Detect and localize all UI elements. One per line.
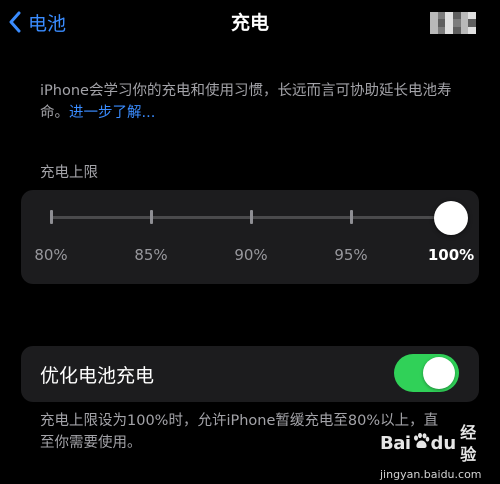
watermark-url: jingyan.baidu.com (380, 468, 482, 481)
slider-tick-label[interactable]: 90% (234, 246, 267, 264)
optimized-charging-row: 优化电池充电 (21, 346, 479, 402)
watermark-brand-a: Bai (380, 433, 411, 454)
watermark-brand-cn: 经验 (460, 423, 477, 464)
slider-tick-label[interactable]: 85% (134, 246, 167, 264)
slider-tick (149, 210, 153, 224)
slider-tick-label[interactable]: 95% (334, 246, 367, 264)
optimized-charging-toggle[interactable] (394, 354, 459, 392)
navigation-bar: 电池 充电 (0, 0, 500, 44)
watermark-logo: Bai du 经验 (380, 422, 492, 466)
blurred-avatar (430, 12, 476, 34)
paw-icon (412, 432, 430, 456)
optimized-charging-label: 优化电池充电 (40, 365, 155, 387)
watermark-brand-b: du (430, 433, 457, 454)
toggle-knob (423, 357, 455, 389)
slider-tick-label[interactable]: 100% (428, 246, 474, 264)
baidu-jingyan-watermark: Bai du 经验 jingyan.baidu.com (380, 422, 492, 481)
slider-thumb[interactable] (434, 201, 468, 235)
charge-limit-slider-card: 80% 85% 90% 95% 100% (21, 190, 479, 284)
slider-tick (49, 210, 53, 224)
slider-tick-label[interactable]: 80% (34, 246, 67, 264)
slider-tick (349, 210, 353, 224)
learn-more-link[interactable]: 进一步了解... (69, 105, 155, 121)
charge-limit-section-label: 充电上限 (40, 165, 98, 181)
page-title: 充电 (230, 12, 269, 34)
slider-tick (249, 210, 253, 224)
description-text: iPhone会学习你的充电和使用习惯，长远而言可协助延长电池寿命。进一步了解..… (40, 80, 470, 124)
